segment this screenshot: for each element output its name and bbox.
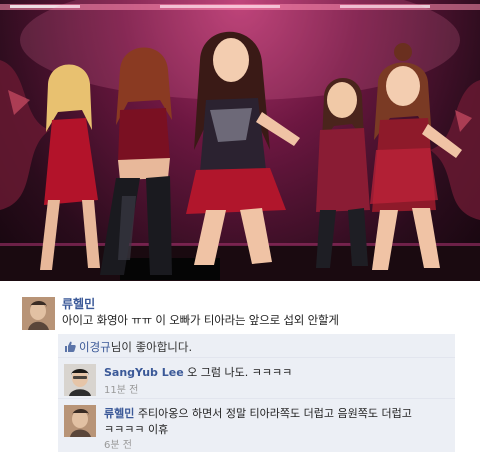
feedback-box: 이경규님이 좋아합니다. SangYub Lee 오 그럼 나도. ㅋㅋㅋㅋ 1… [58, 334, 455, 452]
post-author-avatar[interactable] [22, 297, 55, 330]
like-suffix: 님이 좋아합니다. [110, 340, 193, 354]
comment-timestamp[interactable]: 6분 전 [104, 436, 132, 451]
like-user-link[interactable]: 이경규 [79, 340, 111, 354]
comment-text-continued: ㅋㅋㅋㅋ 이휴 [104, 423, 169, 436]
comment-item: 류헬민 주티아옹으 하면서 정말 티아라쪽도 더럽고 음원쪽도 더럽고 ㅋㅋㅋㅋ… [58, 399, 455, 452]
comment-text: 오 그럼 나도. ㅋㅋㅋㅋ [183, 366, 293, 379]
comment-avatar[interactable] [64, 364, 96, 396]
comment-text: 주티아옹으 하면서 정말 티아라쪽도 더럽고 음원쪽도 더럽고 [134, 407, 412, 420]
comment-item: SangYub Lee 오 그럼 나도. ㅋㅋㅋㅋ 11분 전 [58, 358, 455, 399]
like-sentence: 이경규님이 좋아합니다. [58, 334, 455, 358]
comment-body: SangYub Lee 오 그럼 나도. ㅋㅋㅋㅋ [104, 364, 292, 380]
post-author-name[interactable]: 류헬민 [62, 295, 95, 312]
thumbs-up-icon [64, 341, 76, 352]
avatar-photo [22, 297, 55, 330]
comment-avatar[interactable] [64, 405, 96, 437]
facebook-post: 류헬민 아이고 화영아 ㅠㅠ 이 오빠가 티아라는 앞으로 섭외 안할게 이경규… [0, 281, 480, 452]
concert-photo [0, 0, 480, 281]
comment-timestamp[interactable]: 11분 전 [104, 381, 138, 396]
comment-body: 류헬민 주티아옹으 하면서 정말 티아라쪽도 더럽고 음원쪽도 더럽고 [104, 405, 412, 421]
comment-author[interactable]: SangYub Lee [104, 366, 184, 379]
post-text: 아이고 화영아 ㅠㅠ 이 오빠가 티아라는 앞으로 섭외 안할게 [62, 313, 339, 327]
comment-author[interactable]: 류헬민 [104, 407, 134, 420]
concert-photo-illustration [0, 0, 480, 281]
